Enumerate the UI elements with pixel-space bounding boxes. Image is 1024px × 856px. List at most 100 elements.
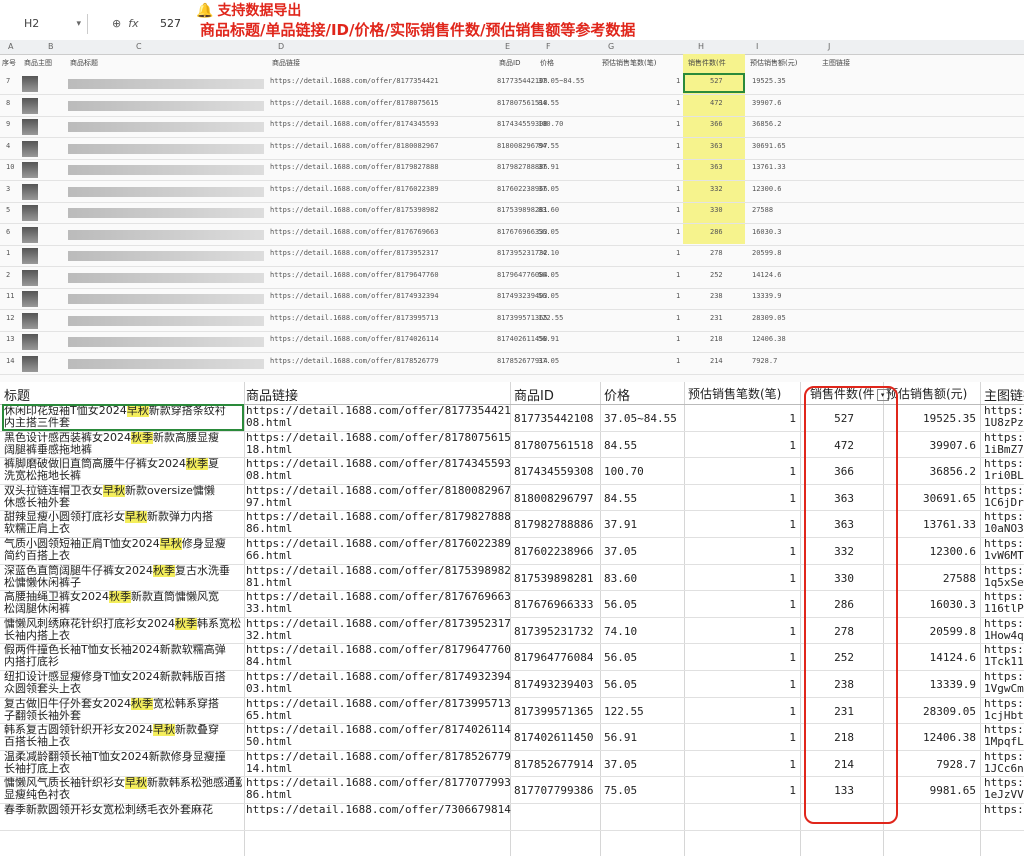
overview-header-cell[interactable]: 销售件数(件 <box>688 58 726 68</box>
column-letter[interactable]: J <box>828 42 830 51</box>
overview-header-cell[interactable]: 价格 <box>540 58 554 68</box>
overview-row[interactable]: 9 https://detail.1688.com/offer/817434559… <box>0 117 1024 138</box>
column-letter[interactable]: F <box>546 42 551 51</box>
product-link[interactable]: https://detail.1688.com/offer/8173952317… <box>246 617 511 642</box>
product-link[interactable]: https://detail.1688.com/offer/8173995713… <box>246 697 511 722</box>
overview-header-cell[interactable]: 序号 <box>2 58 16 68</box>
zoom-icon[interactable]: ⊕ <box>112 17 121 30</box>
product-link[interactable]: https://detail.1688.com/offer/8176769663… <box>246 591 511 615</box>
overview-row[interactable]: 7 https://detail.1688.com/offer/817735442… <box>0 74 1024 95</box>
formula-icons[interactable]: ⊕ fx <box>112 14 139 34</box>
column-letter[interactable]: A <box>8 42 13 51</box>
image-link[interactable]: https:// <box>984 804 1024 816</box>
product-title[interactable]: 韩系复古圆领针织开衫女2024早秋新款叠穿 百搭长袖上衣 <box>4 724 242 748</box>
product-title[interactable]: 甜辣显瘦小圆领打底衫女早秋新款弹力内搭 软糯正肩上衣 <box>4 511 242 535</box>
product-link[interactable]: https://detail.1688.com/offer/8177077993… <box>246 777 511 801</box>
overview-row[interactable]: 14 https://detail.1688.com/offer/81785267… <box>0 354 1024 375</box>
selected-title-cell[interactable] <box>2 404 244 431</box>
product-link[interactable]: https://detail.1688.com/offer/7306679814 <box>246 804 511 816</box>
overview-header-cell[interactable]: 商品主图 <box>24 58 52 68</box>
product-link[interactable]: https://detail.1688.com/offer/8178075615… <box>246 431 511 456</box>
image-link[interactable]: https://1q5xSe <box>984 564 1024 589</box>
overview-header-cell[interactable]: 预估销售额(元) <box>750 58 797 68</box>
fx-icon[interactable]: fx <box>128 17 138 30</box>
image-link[interactable]: https://1How4q <box>984 617 1024 642</box>
overview-header-cell[interactable]: 预估销售笔数(笔) <box>602 58 656 68</box>
product-title[interactable]: 裤脚磨破做旧直筒高腰牛仔裤女2024秋季夏 洗宽松拖地长裤 <box>4 458 242 482</box>
image-link[interactable]: https://10aNO3 <box>984 511 1024 535</box>
header-price[interactable]: 价格 <box>604 385 630 404</box>
column-letter[interactable]: D <box>278 42 284 51</box>
image-link[interactable]: https://1VgwCm <box>984 671 1024 695</box>
header-title[interactable]: 标题 <box>4 385 30 404</box>
product-title[interactable]: 纽扣设计感显瘦修身T恤女2024新款韩版百搭 众圆领套头上衣 <box>4 671 242 695</box>
title-line-2: 松慵懒休闲裤子 <box>4 575 81 589</box>
overview-row[interactable]: 4 https://detail.1688.com/offer/818008296… <box>0 139 1024 160</box>
product-link[interactable]: https://detail.1688.com/offer/8176022389… <box>246 538 511 562</box>
overview-row[interactable]: 10 https://detail.1688.com/offer/81798278… <box>0 160 1024 181</box>
header-id[interactable]: 商品ID <box>514 385 554 404</box>
product-title[interactable]: 气质小圆领短袖正肩T恤女2024早秋修身显瘦 简约百搭上衣 <box>4 538 242 562</box>
overview-row[interactable]: 13 https://detail.1688.com/offer/81740261… <box>0 332 1024 353</box>
overview-row[interactable]: 2 https://detail.1688.com/offer/817964776… <box>0 268 1024 289</box>
image-link[interactable]: https://1U8zPz <box>984 405 1024 429</box>
overview-header-cell[interactable]: 商品链接 <box>272 58 300 68</box>
formula-value[interactable]: 527 <box>160 14 181 34</box>
product-title[interactable]: 假两件撞色长袖T恤女长袖2024新款软糯高弹 内搭打底衫 <box>4 644 242 668</box>
product-title[interactable]: 高腰抽绳卫裤女2024秋季新款直筒慵懒风宽 松阔腿休闲裤 <box>4 591 242 615</box>
overview-header-cell[interactable]: 商品标题 <box>70 58 98 68</box>
product-title[interactable]: 复古做旧牛仔外套女2024秋季宽松韩系穿搭 子翻领长袖外套 <box>4 697 242 722</box>
overview-cell-link: https://detail.1688.com/offer/8176769663 <box>270 227 439 236</box>
image-link[interactable]: https://116tlP <box>984 591 1024 615</box>
overview-header-cell[interactable]: 商品ID <box>499 58 520 68</box>
product-title[interactable]: 双头拉链连帽卫衣女早秋新款oversize慵懒 休感长袖外套 <box>4 484 242 509</box>
product-title[interactable]: 深蓝色直筒阔腿牛仔裤女2024秋季复古水洗垂 松慵懒休闲裤子 <box>4 564 242 589</box>
product-title[interactable]: 温柔减龄翻领长袖T恤女2024新款修身显瘦撞 长袖打底上衣 <box>4 751 242 775</box>
image-link[interactable]: https://1vW6MT <box>984 538 1024 562</box>
product-title[interactable]: 春季新款圆领开衫女宽松刺绣毛衣外套麻花 <box>4 804 242 816</box>
product-title[interactable]: 慵懒风气质长袖针织衫女早秋新款韩系松弛感通勤 显瘦纯色衬衣 <box>4 777 242 801</box>
image-link[interactable]: https://1iBmZ7 <box>984 431 1024 456</box>
product-link[interactable]: https://detail.1688.com/offer/8179827888… <box>246 511 511 535</box>
header-img[interactable]: 主图链接 <box>984 385 1024 404</box>
product-link[interactable]: https://detail.1688.com/offer/8174932394… <box>246 671 511 695</box>
product-link[interactable]: https://detail.1688.com/offer/8174026114… <box>246 724 511 748</box>
product-link[interactable]: https://detail.1688.com/offer/8179647760… <box>246 644 511 668</box>
product-link[interactable]: https://detail.1688.com/offer/8174345593… <box>246 458 511 482</box>
image-link[interactable]: https://1JCc6n <box>984 750 1024 775</box>
overview-row[interactable]: 1 https://detail.1688.com/offer/817395231… <box>0 246 1024 267</box>
header-est[interactable]: 预估销售额(元) <box>886 385 967 402</box>
overview-row[interactable]: 12 https://detail.1688.com/offer/81739957… <box>0 311 1024 332</box>
image-link[interactable]: https://1C6jDr <box>984 484 1024 509</box>
column-letter[interactable]: H <box>698 42 704 51</box>
image-link[interactable]: https://1cjHbt <box>984 697 1024 722</box>
product-link[interactable]: https://detail.1688.com/offer/8178526779… <box>246 750 511 775</box>
overview-row[interactable]: 8 https://detail.1688.com/offer/817807561… <box>0 96 1024 117</box>
overview-row[interactable]: 5 https://detail.1688.com/offer/817539898… <box>0 203 1024 224</box>
column-letter[interactable]: I <box>756 42 758 51</box>
product-link[interactable]: https://detail.1688.com/offer/8175398982… <box>246 564 511 589</box>
chevron-down-icon[interactable]: ▾ <box>76 14 81 34</box>
product-link[interactable]: https://detail.1688.com/offer/8180082967… <box>246 484 511 509</box>
product-title[interactable]: 慵懒风刺绣麻花针织打底衫女2024秋季韩系宽松 长袖内搭上衣 <box>4 617 242 642</box>
column-letter[interactable]: C <box>136 42 142 51</box>
column-letter[interactable]: B <box>48 42 54 51</box>
overview-row[interactable]: 11 https://detail.1688.com/offer/81749323… <box>0 289 1024 310</box>
product-title[interactable]: 黑色设计感西装裤女2024秋季新款高腰显瘦 阔腿裤垂感拖地裤 <box>4 431 242 456</box>
header-link[interactable]: 商品链接 <box>246 385 298 404</box>
product-link[interactable]: https://detail.1688.com/offer/8177354421… <box>246 405 511 429</box>
overview-row[interactable]: 3 https://detail.1688.com/offer/817602238… <box>0 182 1024 203</box>
cell-id: 817539898281 <box>514 571 594 585</box>
image-link[interactable]: https://1MpqfL <box>984 724 1024 748</box>
product-thumbnail <box>22 248 38 264</box>
column-letter[interactable]: G <box>608 42 614 51</box>
name-box[interactable]: H2 ▾ <box>8 14 88 34</box>
header-orders[interactable]: 预估销售笔数(笔) <box>688 385 781 402</box>
overview-row[interactable]: 6 https://detail.1688.com/offer/817676966… <box>0 225 1024 246</box>
image-link[interactable]: https://1eJzVV <box>984 777 1024 801</box>
column-letter[interactable]: E <box>505 42 510 51</box>
cell-price: 122.55 <box>604 704 644 718</box>
overview-header-cell[interactable]: 主图链接 <box>822 58 850 68</box>
image-link[interactable]: https://1ri0BLX <box>984 458 1024 482</box>
image-link[interactable]: https://1Tck11 <box>984 644 1024 668</box>
